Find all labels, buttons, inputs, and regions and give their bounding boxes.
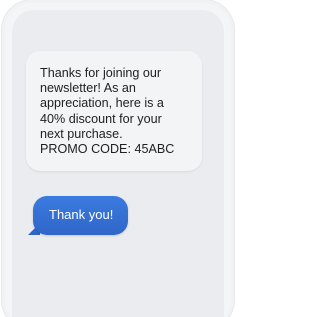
stage: Thanks for joining our newsletter! As an… [0, 0, 247, 317]
outgoing-message-bubble: Thank you! [33, 196, 128, 235]
outgoing-message-text: Thank you! [49, 207, 114, 222]
incoming-message-line: appreciation, here is a [40, 96, 164, 111]
incoming-message-line: Thanks for joining our [40, 66, 162, 80]
incoming-message-line: newsletter! As an [40, 81, 136, 96]
incoming-message-bubble: Thanks for joining our newsletter! As an… [26, 51, 202, 172]
incoming-message-line: next purchase. [40, 126, 123, 141]
incoming-message-line: 40% discount for your [40, 111, 162, 126]
incoming-message-line: PROMO CODE: 45ABC [40, 142, 175, 157]
